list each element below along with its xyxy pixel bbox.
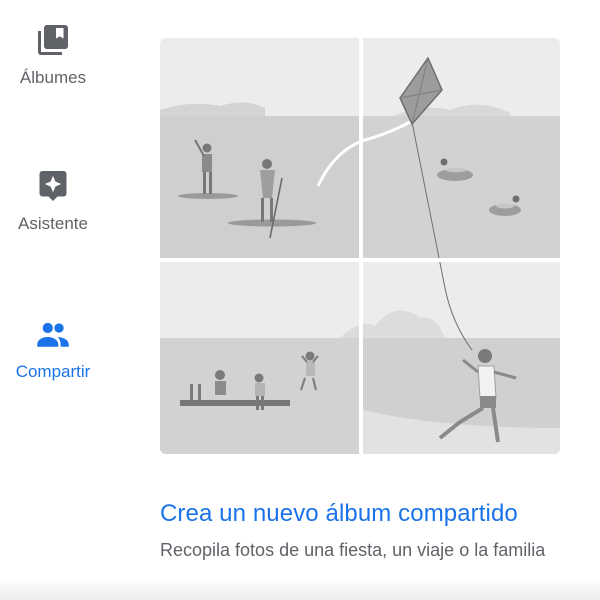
- shared-album-illustration: [160, 38, 560, 454]
- nav-item-label: Álbumes: [19, 68, 87, 87]
- nav-item-assistant[interactable]: Asistente: [0, 168, 106, 234]
- panel-bottom-right: [340, 262, 560, 454]
- panel-bottom-left: [160, 262, 359, 454]
- card-subtitle: Recopila fotos de una fiesta, un viaje o…: [160, 540, 546, 560]
- assistant-sparkle-icon: [39, 171, 67, 201]
- photo-album-icon: [38, 25, 68, 55]
- people-share-icon: [37, 322, 69, 347]
- nav-item-label: Compartir: [15, 362, 91, 381]
- nav-item-sharing[interactable]: Compartir: [0, 316, 106, 382]
- nav-item-albums[interactable]: Álbumes: [0, 22, 106, 88]
- nav-item-label: Asistente: [18, 214, 88, 233]
- panel-top-right: [363, 38, 560, 258]
- card-title[interactable]: Crea un nuevo álbum compartido: [160, 500, 580, 528]
- bottom-shadow-divider: [0, 578, 600, 600]
